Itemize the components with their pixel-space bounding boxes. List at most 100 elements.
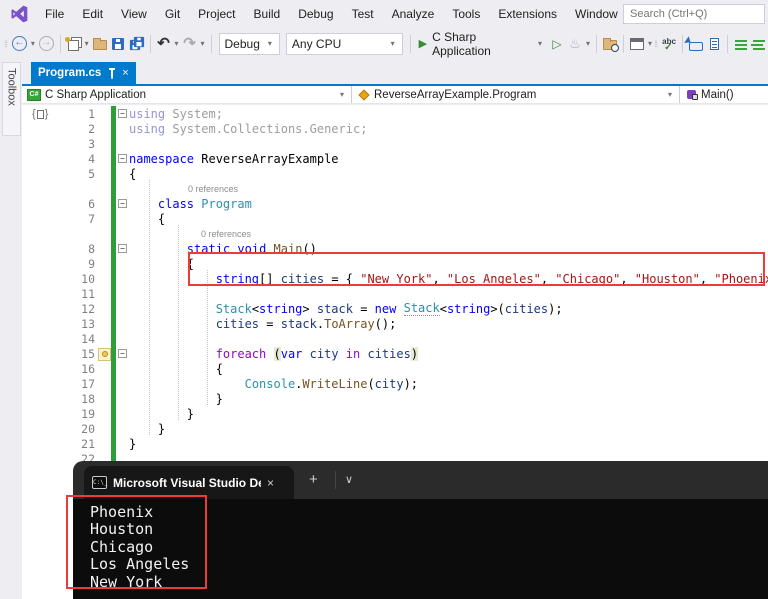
code-rows: 1− using System; 2 using System.Collections… — [22, 106, 768, 466]
fold-collapse-icon[interactable]: − — [118, 109, 127, 118]
codelens-row: 0 references — [22, 181, 768, 196]
new-terminal-tab-button[interactable]: + — [309, 471, 318, 488]
hot-reload-caret[interactable]: ▾ — [584, 39, 592, 48]
change-tracking-bar — [111, 286, 116, 301]
menu-item-edit[interactable]: Edit — [73, 3, 112, 25]
project-caret: ▾ — [339, 90, 344, 99]
keyboard-shortcuts-button[interactable] — [687, 33, 705, 55]
save-all-button[interactable] — [127, 33, 146, 55]
toolbar-separator — [727, 34, 728, 53]
title-bar: File Edit View Git Project Build Debug Test Anal… — [0, 0, 768, 28]
save-button[interactable] — [109, 33, 127, 55]
back-arrow-icon: ← — [12, 36, 27, 51]
fold-collapse-icon[interactable]: − — [118, 199, 127, 208]
start-debugging-button[interactable]: ▶ C Sharp Application ▾ — [415, 30, 548, 58]
spell-check-button[interactable]: abc ✓ — [660, 33, 678, 55]
toolbar-grip: ⁞⁞ — [4, 38, 8, 49]
line-number: 15 — [22, 347, 111, 361]
back-dropdown-caret[interactable]: ▾ — [29, 39, 37, 48]
menu-item-build[interactable]: Build — [245, 3, 290, 25]
code-line: 11 — [22, 286, 768, 301]
terminal-tab-close-icon[interactable]: × — [267, 476, 274, 490]
run-target-label: C Sharp Application — [432, 29, 491, 58]
tab-program-cs[interactable]: Program.cs × — [31, 62, 136, 84]
code-line: 2 using System.Collections.Generic; — [22, 121, 768, 136]
menu-bar: File Edit View Git Project Build Debug Test Anal… — [36, 3, 669, 25]
menu-item-file[interactable]: File — [36, 3, 73, 25]
hot-reload-button[interactable]: ♨ — [566, 33, 584, 55]
solution-explorer-caret[interactable]: ▾ — [646, 39, 654, 48]
line-number: 4 — [88, 151, 95, 166]
line-number: 14 — [81, 331, 95, 346]
fold-collapse-icon[interactable]: − — [118, 244, 127, 253]
menu-item-window[interactable]: Window — [566, 3, 627, 25]
member-dropdown[interactable]: Main() — [680, 86, 768, 103]
codelens-references[interactable]: 0 references — [188, 184, 238, 194]
code-line: 5{ — [22, 166, 768, 181]
menu-item-test[interactable]: Test — [343, 3, 383, 25]
search-input[interactable] — [623, 4, 765, 24]
class-icon — [358, 88, 370, 101]
lightbulb-suggestion-icon[interactable] — [98, 347, 111, 361]
solution-explorer-button[interactable] — [628, 33, 646, 55]
spell-check-icon: abc ✓ — [662, 36, 676, 53]
menu-item-debug[interactable]: Debug — [289, 3, 342, 25]
undo-button[interactable]: ↶ — [155, 33, 173, 55]
solution-explorer-icon — [630, 38, 644, 50]
start-without-debugging-button[interactable]: ▷ — [548, 33, 566, 55]
menu-item-tools[interactable]: Tools — [443, 3, 489, 25]
toolbox-tab[interactable]: Toolbox — [2, 62, 21, 136]
format-document-button[interactable] — [732, 33, 750, 55]
toolbar-separator — [623, 34, 624, 53]
fold-collapse-icon[interactable]: − — [118, 154, 127, 163]
change-tracking-bar — [111, 181, 116, 196]
open-folder-icon — [92, 37, 107, 50]
code-line: 20} — [22, 421, 768, 436]
play-outline-icon: ▷ — [552, 36, 562, 51]
fold-collapse-icon[interactable]: − — [118, 349, 127, 358]
csharp-project-icon: C# — [27, 88, 41, 101]
navigate-back-button[interactable]: ← — [10, 33, 29, 55]
change-tracking-bar — [111, 316, 116, 331]
close-icon[interactable]: × — [122, 67, 128, 79]
solution-platform-select[interactable]: Any CPU ▾ — [285, 32, 403, 55]
menu-item-analyze[interactable]: Analyze — [383, 3, 444, 25]
toolbar-separator — [596, 34, 598, 53]
line-number: 19 — [81, 406, 95, 421]
menu-item-extensions[interactable]: Extensions — [489, 3, 566, 25]
code-line: 12 Stack < string > stack = new Stack < string… — [22, 301, 768, 316]
type-dropdown[interactable]: ReverseArrayExample.Program ▾ — [352, 86, 680, 103]
code-line: 17 Console. WriteLine(city); — [22, 376, 768, 391]
toolbar-separator — [409, 34, 411, 53]
main-toolbar: ⁞⁞ ← ▾ → ▾ ↶ ▾ ↷ ▾ Debug ▾ Any CPU ▾ ▶ C S… — [0, 28, 768, 59]
terminal-header-separator — [335, 471, 336, 489]
project-dropdown[interactable]: C# C Sharp Application ▾ — [22, 86, 352, 103]
type-name: ReverseArrayExample.Program — [374, 88, 537, 101]
new-project-caret[interactable]: ▾ — [83, 39, 91, 48]
change-tracking-bar — [111, 331, 116, 346]
code-line: 6− class Program — [22, 196, 768, 211]
redo-caret[interactable]: ▾ — [199, 39, 207, 48]
new-project-button[interactable] — [65, 33, 83, 55]
solution-configuration-select[interactable]: Debug ▾ — [218, 32, 280, 55]
change-tracking-bar — [111, 271, 116, 286]
find-in-files-button[interactable] — [601, 33, 620, 55]
undo-caret[interactable]: ▾ — [173, 39, 181, 48]
type-caret: ▾ — [667, 90, 672, 99]
menu-item-git[interactable]: Git — [156, 3, 189, 25]
run-caret[interactable]: ▾ — [536, 39, 544, 48]
visual-studio-logo-icon — [8, 3, 30, 25]
navigate-forward-button[interactable]: → — [37, 33, 56, 55]
terminal-dropdown-button[interactable]: ∨ — [345, 473, 353, 486]
change-tracking-bar — [111, 361, 116, 376]
indent-guide — [207, 270, 208, 405]
format-selection-button[interactable] — [750, 33, 768, 55]
redo-button[interactable]: ↷ — [181, 33, 199, 55]
menu-item-project[interactable]: Project — [189, 3, 244, 25]
codelens-references[interactable]: 0 references — [201, 229, 251, 239]
toolbar-separator — [59, 34, 61, 53]
pin-icon[interactable] — [109, 67, 116, 79]
menu-item-view[interactable]: View — [112, 3, 156, 25]
copy-lines-button[interactable] — [705, 33, 723, 55]
open-file-button[interactable] — [91, 33, 109, 55]
